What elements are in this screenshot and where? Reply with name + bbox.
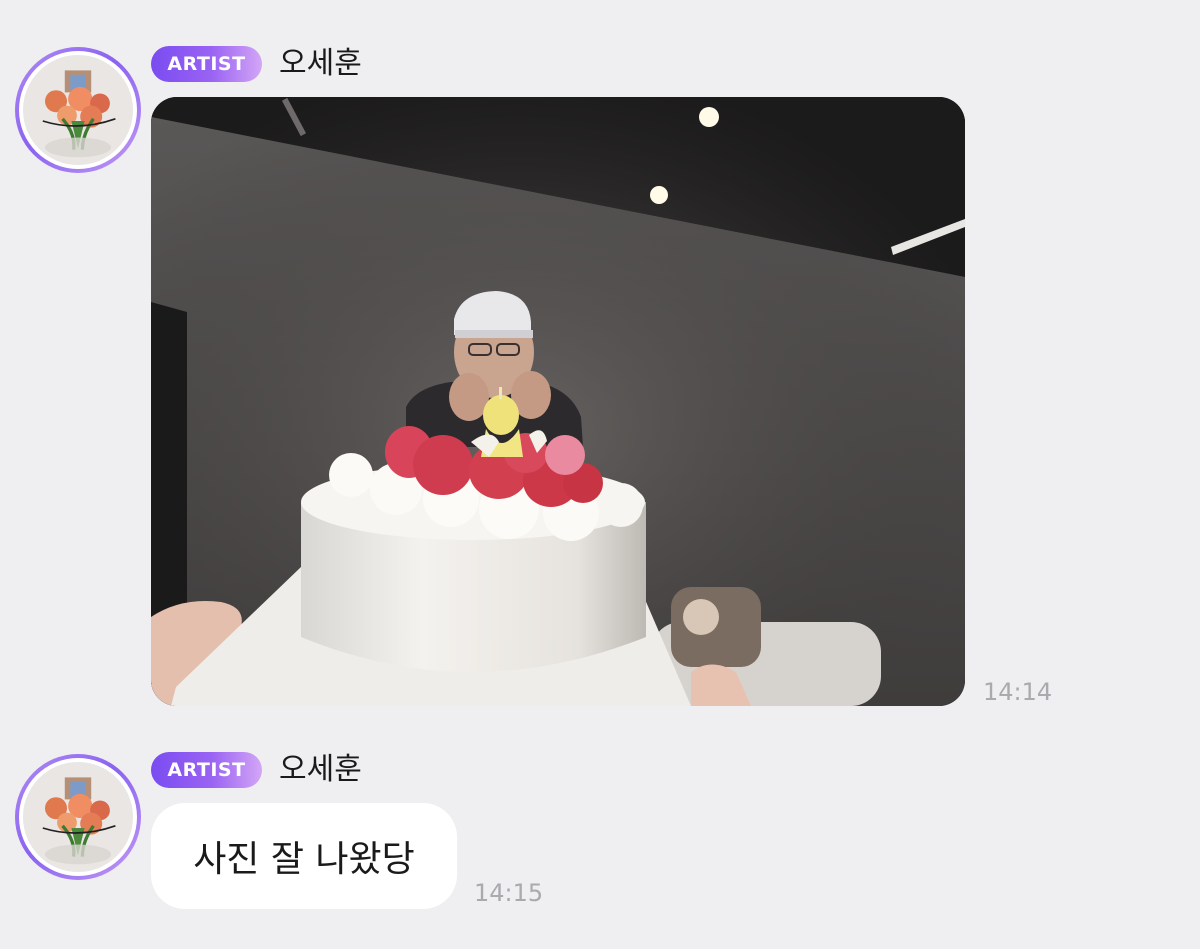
- sender-name[interactable]: 오세훈: [279, 46, 362, 82]
- message-timestamp: 14:15: [474, 879, 544, 907]
- sender-name[interactable]: 오세훈: [279, 752, 362, 788]
- sender-avatar[interactable]: [15, 754, 141, 880]
- artist-badge: ARTIST: [151, 752, 262, 788]
- sender-avatar[interactable]: [15, 47, 141, 173]
- artist-badge: ARTIST: [151, 46, 262, 82]
- cake-photo: [151, 97, 965, 706]
- bouquet-avatar-icon: [23, 55, 133, 165]
- message-bubble[interactable]: 사진 잘 나왔당: [151, 803, 457, 909]
- message-text-content: 사진 잘 나왔당: [193, 839, 415, 880]
- message-timestamp: 14:14: [983, 678, 1053, 706]
- chat-thread: ARTIST 오세훈 14:14 ARTIST 오세훈 사진 잘 나왔당 14:…: [0, 0, 1200, 949]
- avatar-image: [23, 762, 133, 872]
- message-image[interactable]: [151, 97, 965, 706]
- bouquet-avatar-icon: [23, 762, 133, 872]
- avatar-image: [23, 55, 133, 165]
